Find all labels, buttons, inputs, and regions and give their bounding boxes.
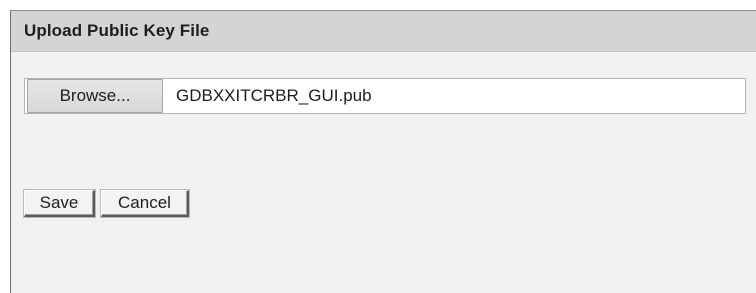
file-input-field[interactable]: Browse... GDBXXITCRBR_GUI.pub (24, 78, 746, 114)
panel-header: Upload Public Key File (11, 11, 756, 52)
save-button[interactable]: Save (24, 190, 95, 217)
browse-button[interactable]: Browse... (27, 79, 163, 113)
panel-title: Upload Public Key File (24, 21, 210, 40)
upload-public-key-panel: Upload Public Key File Browse... GDBXXIT… (10, 10, 756, 293)
cancel-button[interactable]: Cancel (101, 190, 189, 217)
selected-file-name: GDBXXITCRBR_GUI.pub (176, 86, 372, 105)
form-actions: Save Cancel (24, 190, 189, 217)
